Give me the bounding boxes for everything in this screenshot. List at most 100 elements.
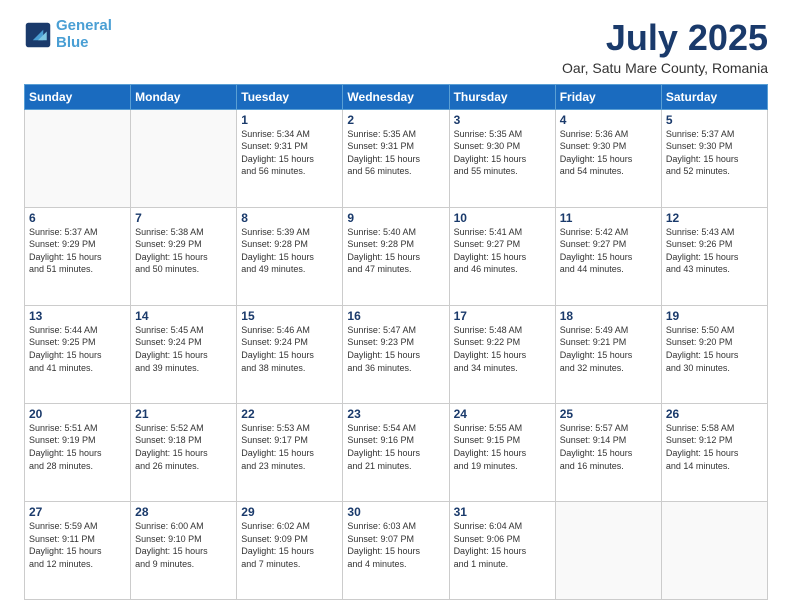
day-info: Sunrise: 5:44 AM Sunset: 9:25 PM Dayligh… bbox=[29, 324, 126, 374]
day-number: 21 bbox=[135, 407, 232, 421]
day-number: 6 bbox=[29, 211, 126, 225]
day-number: 5 bbox=[666, 113, 763, 127]
day-info: Sunrise: 5:59 AM Sunset: 9:11 PM Dayligh… bbox=[29, 520, 126, 570]
calendar-cell: 18Sunrise: 5:49 AM Sunset: 9:21 PM Dayli… bbox=[555, 305, 661, 403]
day-info: Sunrise: 6:04 AM Sunset: 9:06 PM Dayligh… bbox=[454, 520, 551, 570]
calendar-cell: 2Sunrise: 5:35 AM Sunset: 9:31 PM Daylig… bbox=[343, 109, 449, 207]
day-number: 14 bbox=[135, 309, 232, 323]
day-number: 9 bbox=[347, 211, 444, 225]
weekday-header: Sunday bbox=[25, 84, 131, 109]
day-number: 22 bbox=[241, 407, 338, 421]
calendar-cell: 26Sunrise: 5:58 AM Sunset: 9:12 PM Dayli… bbox=[661, 403, 767, 501]
day-number: 31 bbox=[454, 505, 551, 519]
day-number: 24 bbox=[454, 407, 551, 421]
calendar-cell: 9Sunrise: 5:40 AM Sunset: 9:28 PM Daylig… bbox=[343, 207, 449, 305]
calendar-cell: 20Sunrise: 5:51 AM Sunset: 9:19 PM Dayli… bbox=[25, 403, 131, 501]
page: General Blue July 2025 Oar, Satu Mare Co… bbox=[0, 0, 792, 612]
day-info: Sunrise: 5:37 AM Sunset: 9:29 PM Dayligh… bbox=[29, 226, 126, 276]
day-info: Sunrise: 5:37 AM Sunset: 9:30 PM Dayligh… bbox=[666, 128, 763, 178]
logo-icon bbox=[24, 21, 52, 49]
week-row: 20Sunrise: 5:51 AM Sunset: 9:19 PM Dayli… bbox=[25, 403, 768, 501]
day-number: 29 bbox=[241, 505, 338, 519]
calendar-cell: 14Sunrise: 5:45 AM Sunset: 9:24 PM Dayli… bbox=[131, 305, 237, 403]
calendar-cell: 22Sunrise: 5:53 AM Sunset: 9:17 PM Dayli… bbox=[237, 403, 343, 501]
logo-general: General bbox=[56, 17, 112, 34]
day-info: Sunrise: 6:00 AM Sunset: 9:10 PM Dayligh… bbox=[135, 520, 232, 570]
day-number: 17 bbox=[454, 309, 551, 323]
day-info: Sunrise: 5:46 AM Sunset: 9:24 PM Dayligh… bbox=[241, 324, 338, 374]
week-row: 27Sunrise: 5:59 AM Sunset: 9:11 PM Dayli… bbox=[25, 501, 768, 599]
day-number: 3 bbox=[454, 113, 551, 127]
month-title: July 2025 bbox=[562, 18, 768, 58]
day-number: 19 bbox=[666, 309, 763, 323]
week-row: 13Sunrise: 5:44 AM Sunset: 9:25 PM Dayli… bbox=[25, 305, 768, 403]
day-number: 10 bbox=[454, 211, 551, 225]
title-block: July 2025 Oar, Satu Mare County, Romania bbox=[562, 18, 768, 76]
calendar-cell bbox=[25, 109, 131, 207]
weekday-header: Monday bbox=[131, 84, 237, 109]
day-info: Sunrise: 5:54 AM Sunset: 9:16 PM Dayligh… bbox=[347, 422, 444, 472]
day-number: 23 bbox=[347, 407, 444, 421]
calendar-cell: 15Sunrise: 5:46 AM Sunset: 9:24 PM Dayli… bbox=[237, 305, 343, 403]
day-number: 15 bbox=[241, 309, 338, 323]
calendar-cell: 12Sunrise: 5:43 AM Sunset: 9:26 PM Dayli… bbox=[661, 207, 767, 305]
calendar-cell: 10Sunrise: 5:41 AM Sunset: 9:27 PM Dayli… bbox=[449, 207, 555, 305]
weekday-header: Wednesday bbox=[343, 84, 449, 109]
calendar-cell: 8Sunrise: 5:39 AM Sunset: 9:28 PM Daylig… bbox=[237, 207, 343, 305]
calendar-cell bbox=[661, 501, 767, 599]
day-info: Sunrise: 6:03 AM Sunset: 9:07 PM Dayligh… bbox=[347, 520, 444, 570]
calendar-cell bbox=[131, 109, 237, 207]
day-number: 4 bbox=[560, 113, 657, 127]
day-info: Sunrise: 5:49 AM Sunset: 9:21 PM Dayligh… bbox=[560, 324, 657, 374]
calendar-cell: 25Sunrise: 5:57 AM Sunset: 9:14 PM Dayli… bbox=[555, 403, 661, 501]
day-number: 30 bbox=[347, 505, 444, 519]
day-number: 1 bbox=[241, 113, 338, 127]
calendar-cell: 31Sunrise: 6:04 AM Sunset: 9:06 PM Dayli… bbox=[449, 501, 555, 599]
calendar-cell: 23Sunrise: 5:54 AM Sunset: 9:16 PM Dayli… bbox=[343, 403, 449, 501]
calendar-cell: 11Sunrise: 5:42 AM Sunset: 9:27 PM Dayli… bbox=[555, 207, 661, 305]
day-info: Sunrise: 5:57 AM Sunset: 9:14 PM Dayligh… bbox=[560, 422, 657, 472]
day-info: Sunrise: 5:42 AM Sunset: 9:27 PM Dayligh… bbox=[560, 226, 657, 276]
day-number: 8 bbox=[241, 211, 338, 225]
calendar-cell bbox=[555, 501, 661, 599]
day-number: 2 bbox=[347, 113, 444, 127]
calendar-cell: 3Sunrise: 5:35 AM Sunset: 9:30 PM Daylig… bbox=[449, 109, 555, 207]
weekday-header-row: SundayMondayTuesdayWednesdayThursdayFrid… bbox=[25, 84, 768, 109]
day-number: 25 bbox=[560, 407, 657, 421]
day-info: Sunrise: 5:34 AM Sunset: 9:31 PM Dayligh… bbox=[241, 128, 338, 178]
day-number: 26 bbox=[666, 407, 763, 421]
day-info: Sunrise: 5:51 AM Sunset: 9:19 PM Dayligh… bbox=[29, 422, 126, 472]
day-info: Sunrise: 5:48 AM Sunset: 9:22 PM Dayligh… bbox=[454, 324, 551, 374]
calendar-cell: 5Sunrise: 5:37 AM Sunset: 9:30 PM Daylig… bbox=[661, 109, 767, 207]
day-number: 13 bbox=[29, 309, 126, 323]
header: General Blue July 2025 Oar, Satu Mare Co… bbox=[24, 18, 768, 76]
day-info: Sunrise: 5:40 AM Sunset: 9:28 PM Dayligh… bbox=[347, 226, 444, 276]
day-number: 11 bbox=[560, 211, 657, 225]
calendar-cell: 7Sunrise: 5:38 AM Sunset: 9:29 PM Daylig… bbox=[131, 207, 237, 305]
logo: General Blue bbox=[24, 18, 112, 51]
calendar-cell: 19Sunrise: 5:50 AM Sunset: 9:20 PM Dayli… bbox=[661, 305, 767, 403]
calendar-table: SundayMondayTuesdayWednesdayThursdayFrid… bbox=[24, 84, 768, 600]
day-info: Sunrise: 5:43 AM Sunset: 9:26 PM Dayligh… bbox=[666, 226, 763, 276]
calendar-cell: 17Sunrise: 5:48 AM Sunset: 9:22 PM Dayli… bbox=[449, 305, 555, 403]
day-info: Sunrise: 5:38 AM Sunset: 9:29 PM Dayligh… bbox=[135, 226, 232, 276]
day-number: 28 bbox=[135, 505, 232, 519]
weekday-header: Friday bbox=[555, 84, 661, 109]
calendar-cell: 30Sunrise: 6:03 AM Sunset: 9:07 PM Dayli… bbox=[343, 501, 449, 599]
week-row: 6Sunrise: 5:37 AM Sunset: 9:29 PM Daylig… bbox=[25, 207, 768, 305]
day-number: 16 bbox=[347, 309, 444, 323]
day-info: Sunrise: 5:55 AM Sunset: 9:15 PM Dayligh… bbox=[454, 422, 551, 472]
day-info: Sunrise: 5:47 AM Sunset: 9:23 PM Dayligh… bbox=[347, 324, 444, 374]
calendar-cell: 21Sunrise: 5:52 AM Sunset: 9:18 PM Dayli… bbox=[131, 403, 237, 501]
day-info: Sunrise: 5:53 AM Sunset: 9:17 PM Dayligh… bbox=[241, 422, 338, 472]
day-info: Sunrise: 5:50 AM Sunset: 9:20 PM Dayligh… bbox=[666, 324, 763, 374]
calendar-cell: 4Sunrise: 5:36 AM Sunset: 9:30 PM Daylig… bbox=[555, 109, 661, 207]
week-row: 1Sunrise: 5:34 AM Sunset: 9:31 PM Daylig… bbox=[25, 109, 768, 207]
day-info: Sunrise: 5:41 AM Sunset: 9:27 PM Dayligh… bbox=[454, 226, 551, 276]
day-number: 12 bbox=[666, 211, 763, 225]
day-info: Sunrise: 5:52 AM Sunset: 9:18 PM Dayligh… bbox=[135, 422, 232, 472]
calendar-cell: 24Sunrise: 5:55 AM Sunset: 9:15 PM Dayli… bbox=[449, 403, 555, 501]
day-info: Sunrise: 5:36 AM Sunset: 9:30 PM Dayligh… bbox=[560, 128, 657, 178]
day-info: Sunrise: 5:39 AM Sunset: 9:28 PM Dayligh… bbox=[241, 226, 338, 276]
calendar-cell: 13Sunrise: 5:44 AM Sunset: 9:25 PM Dayli… bbox=[25, 305, 131, 403]
